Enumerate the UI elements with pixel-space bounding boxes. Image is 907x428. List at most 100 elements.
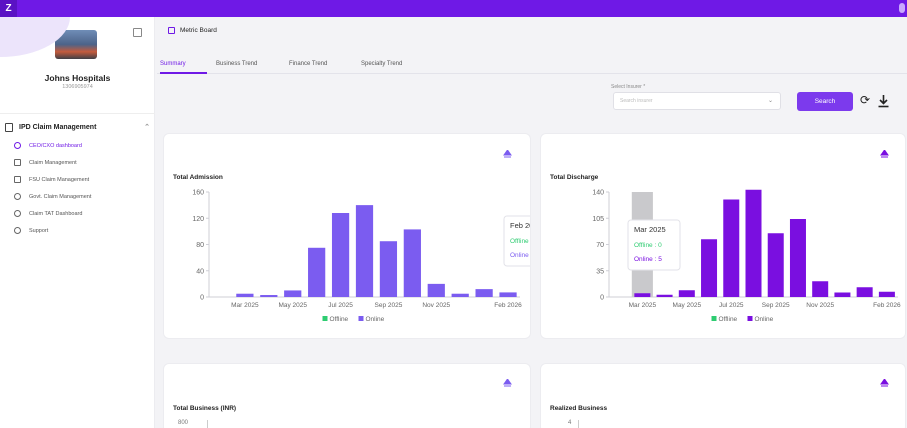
gear-icon	[14, 193, 21, 200]
sidebar-item-support[interactable]: Support	[14, 224, 154, 237]
x-tick-label: Feb 2026	[494, 302, 522, 309]
x-tick-label: Nov 2025	[806, 302, 834, 309]
sidebar-divider	[0, 113, 155, 114]
clock-icon	[14, 142, 21, 149]
admission-bar-chart: 0 40 80 120 160 Mar 2025 May 2025 Jul 2025 Sep 2…	[192, 190, 531, 323]
corner-icon[interactable]	[899, 3, 905, 13]
breadcrumb-label: Metric Board	[180, 27, 217, 34]
bar-online	[236, 293, 254, 297]
bar-online	[812, 281, 829, 297]
x-tick-label: Jul 2025	[328, 302, 353, 309]
legend-online-label: Online	[366, 316, 385, 323]
sidebar-item-govt-claim[interactable]: Govt. Claim Management	[14, 190, 154, 203]
legend-offline-label: Offline	[330, 316, 349, 323]
bar-online	[634, 293, 651, 297]
bar-online	[331, 213, 350, 297]
y-tick: 800	[178, 420, 189, 426]
tooltip-online: Online : 5	[634, 256, 662, 263]
refresh-icon[interactable]: ⟳	[860, 94, 870, 106]
bar-online	[834, 292, 851, 297]
bar-online	[856, 287, 873, 297]
building-icon	[14, 176, 21, 183]
legend-online-swatch	[358, 316, 364, 321]
sidebar-item-ceo-dashboard[interactable]: CEO/CXO dashboard	[14, 139, 154, 152]
legend-online-label: Online	[755, 316, 774, 323]
y-tick-label: 40	[196, 268, 204, 275]
tab-business-trend[interactable]: Business Trend	[216, 61, 257, 67]
x-tick-label: Sep 2025	[375, 302, 403, 309]
app-logo[interactable]: Z	[0, 0, 17, 17]
x-tick-label: Mar 2025	[231, 302, 259, 309]
sidebar-toggle-icon[interactable]	[133, 28, 142, 37]
y-tick-label: 0	[600, 295, 604, 302]
sidebar-item-claim-tat[interactable]: Claim TAT Dashboard	[14, 207, 154, 220]
sidebar-item-label: CEO/CXO dashboard	[29, 142, 82, 149]
menu-section-ipd-claim[interactable]: IPD Claim Management ⌃	[5, 120, 150, 134]
document-icon	[5, 122, 13, 132]
gear-icon	[14, 210, 21, 217]
sidebar-item-claim-management[interactable]: Claim Management	[14, 156, 154, 169]
y-tick-label: 120	[192, 216, 204, 223]
chart-card-discharge: Total Discharge 0 35 70 105 140 Mar 2025 May 2…	[540, 133, 906, 339]
sidebar-item-label: Govt. Claim Management	[29, 193, 92, 200]
active-tab-indicator	[160, 72, 207, 74]
tab-summary[interactable]: Summary	[160, 61, 186, 67]
legend-offline-swatch	[711, 316, 717, 321]
tooltip-offline: Offline : 0	[634, 242, 662, 249]
bar-online	[878, 291, 895, 297]
y-tick-label: 35	[596, 268, 604, 275]
insurer-label: Select Insurer *	[611, 84, 646, 90]
bar-online	[789, 219, 806, 297]
insurer-placeholder: Search insurer	[620, 98, 653, 104]
sidebar-item-label: Claim TAT Dashboard	[29, 210, 83, 217]
sidebar: Johns Hospitals 1306905974 IPD Claim Man…	[0, 17, 155, 428]
bar-online	[745, 189, 762, 297]
x-tick-label: Sep 2025	[762, 302, 790, 309]
y-tick-label: 140	[592, 190, 604, 197]
chart-card-total-business: Total Business (INR) 800	[163, 363, 531, 428]
bar-online	[678, 290, 695, 297]
sidebar-item-fsu-claim[interactable]: FSU Claim Management	[14, 173, 154, 186]
y-tick: 4	[568, 420, 572, 426]
tooltip-title: Feb 2026	[510, 221, 531, 230]
sidebar-item-label: Support	[29, 227, 49, 234]
card-title: Realized Business	[550, 405, 608, 412]
download-icon[interactable]	[880, 379, 889, 387]
card-title: Total Business (INR)	[173, 405, 237, 412]
y-axis	[578, 420, 579, 428]
bar-online	[427, 283, 445, 297]
chevron-down-icon: ⌄	[767, 98, 773, 104]
top-bar: Z	[0, 0, 907, 17]
bar-online	[499, 292, 517, 297]
tab-finance-trend[interactable]: Finance Trend	[289, 61, 327, 67]
x-tick-label: May 2025	[278, 302, 307, 309]
bar-online	[260, 295, 278, 297]
legend-online-swatch	[747, 316, 753, 321]
legend-offline-swatch	[322, 316, 328, 321]
board-icon	[168, 27, 175, 34]
bar-online	[379, 241, 398, 297]
headset-icon	[14, 227, 21, 234]
y-tick-label: 70	[596, 242, 604, 249]
sidebar-item-label: FSU Claim Management	[29, 176, 90, 183]
bar-online	[701, 239, 718, 297]
tooltip-online: Online : 7	[510, 252, 531, 259]
hospital-name: Johns Hospitals	[44, 73, 111, 83]
document-icon	[14, 159, 21, 166]
download-icon[interactable]	[877, 94, 890, 108]
bar-online	[403, 229, 421, 297]
y-tick-label: 0	[200, 295, 204, 302]
tab-specialty-trend[interactable]: Specialty Trend	[361, 61, 402, 67]
chart-card-realized-business: Realized Business 4	[540, 363, 906, 428]
x-tick-label: Mar 2025	[629, 302, 657, 309]
download-icon[interactable]	[503, 379, 512, 387]
y-tick-label: 160	[192, 190, 204, 197]
chevron-up-icon: ⌃	[144, 124, 150, 131]
insurer-select[interactable]: Search insurer ⌄	[613, 92, 781, 110]
bar-online	[451, 293, 469, 297]
bar-online	[767, 233, 784, 297]
tooltip-offline: Offline : 0	[510, 238, 531, 245]
y-tick-label: 105	[592, 216, 604, 223]
search-button[interactable]: Search	[797, 92, 853, 111]
x-tick-label: Jul 2025	[719, 302, 744, 309]
